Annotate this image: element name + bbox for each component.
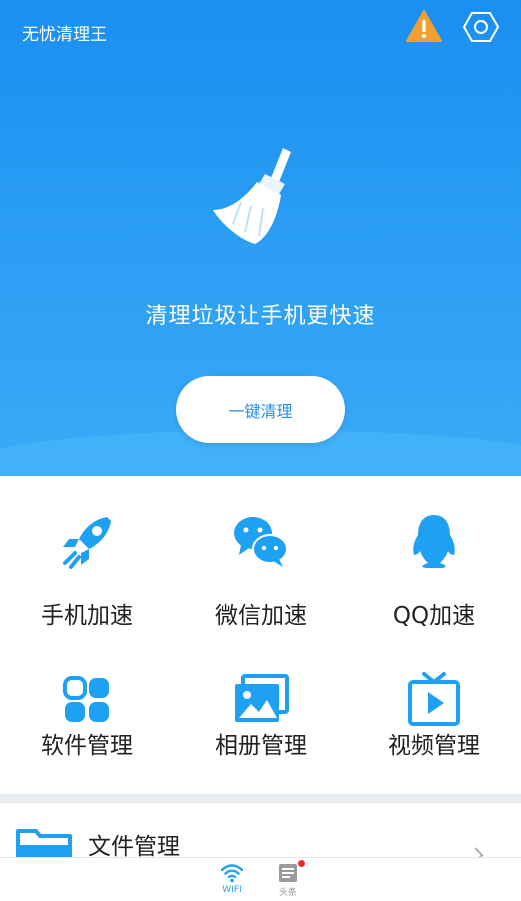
feature-grid: 手机加速 微信加速 QQ加速 软件管理 相册管理 视频管理 bbox=[0, 476, 521, 794]
feature-wechat-boost[interactable]: 微信加速 bbox=[174, 506, 348, 656]
feature-qq-boost[interactable]: QQ加速 bbox=[347, 506, 521, 656]
feature-label: 相册管理 bbox=[215, 733, 307, 759]
wifi-icon bbox=[221, 864, 243, 883]
nav-tab-news[interactable]: 头条 bbox=[258, 858, 318, 901]
qq-penguin-icon bbox=[413, 515, 455, 568]
tv-play-icon bbox=[408, 672, 460, 726]
one-click-clean-button[interactable]: 一键清理 bbox=[176, 376, 345, 443]
news-icon bbox=[279, 864, 297, 882]
file-manager-label: 文件管理 bbox=[88, 834, 180, 860]
hero-tagline: 清理垃圾让手机更快速 bbox=[145, 304, 376, 329]
feature-label: 软件管理 bbox=[41, 733, 133, 759]
app-title: 无忧清理王 bbox=[22, 25, 107, 45]
photo-album-icon bbox=[235, 674, 289, 722]
bottom-navigation: WIFI 头条 bbox=[0, 857, 521, 901]
nav-label-wifi: WIFI bbox=[222, 885, 242, 895]
feature-phone-boost[interactable]: 手机加速 bbox=[0, 506, 174, 656]
notification-badge-dot bbox=[298, 860, 305, 867]
settings-hexagon-icon[interactable] bbox=[462, 10, 500, 44]
hero-banner: 无忧清理王 清理垃圾让手机更快速 一键清理 bbox=[0, 0, 521, 476]
nav-tab-wifi[interactable]: WIFI bbox=[202, 858, 262, 901]
section-divider bbox=[0, 794, 521, 803]
feature-label: 微信加速 bbox=[215, 603, 307, 629]
feature-label: QQ加速 bbox=[392, 603, 476, 629]
feature-label: 视频管理 bbox=[388, 733, 480, 759]
nav-label-news: 头条 bbox=[278, 888, 297, 898]
broom-icon bbox=[213, 148, 291, 244]
wechat-icon bbox=[234, 517, 288, 567]
rocket-icon bbox=[63, 517, 111, 569]
app-grid-icon bbox=[63, 676, 109, 722]
file-manager-row[interactable]: 文件管理 bbox=[0, 803, 521, 865]
warning-icon[interactable] bbox=[405, 9, 443, 43]
feature-label: 手机加速 bbox=[41, 603, 133, 629]
